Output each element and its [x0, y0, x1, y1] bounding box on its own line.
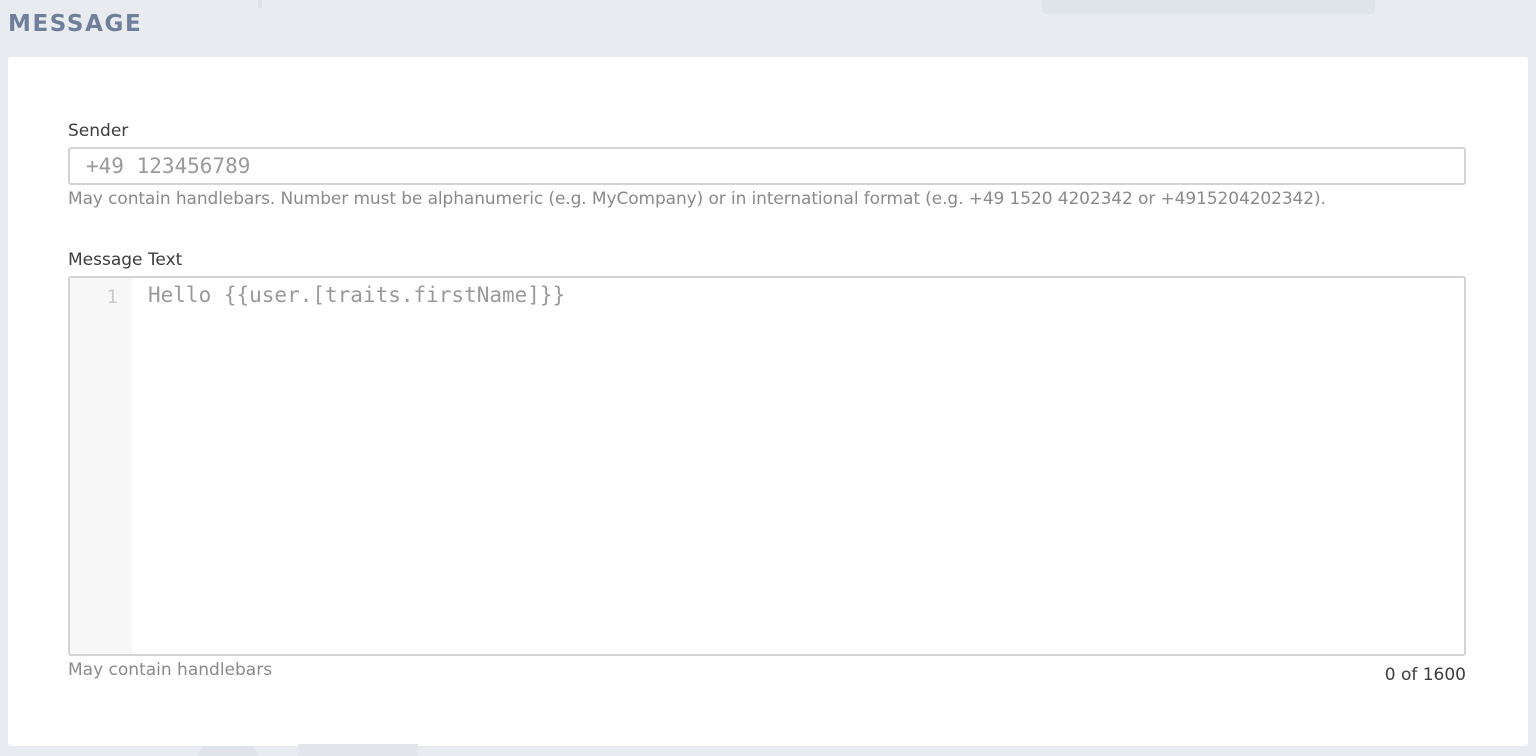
- message-text-help: May contain handlebars: [68, 660, 273, 680]
- editor-gutter: 1: [70, 278, 132, 654]
- sender-label: Sender: [68, 121, 129, 141]
- background-label: [298, 744, 418, 756]
- background-tab: [1042, 0, 1375, 14]
- background-header-strip: [0, 0, 1536, 14]
- sender-help-text: May contain handlebars. Number must be a…: [68, 189, 1326, 209]
- message-text-label: Message Text: [68, 250, 183, 270]
- sender-input[interactable]: [68, 147, 1466, 185]
- section-title: MESSAGE: [8, 11, 143, 37]
- message-card: Sender May contain handlebars. Number mu…: [8, 57, 1528, 746]
- editor-placeholder: Hello {{user.[traits.firstName]}}: [148, 283, 566, 307]
- background-divider: [258, 0, 262, 8]
- character-count: 0 of 1600: [1384, 665, 1466, 685]
- line-number: 1: [106, 286, 118, 308]
- background-avatar: [198, 746, 258, 756]
- message-text-editor[interactable]: 1 Hello {{user.[traits.firstName]}}: [68, 276, 1466, 656]
